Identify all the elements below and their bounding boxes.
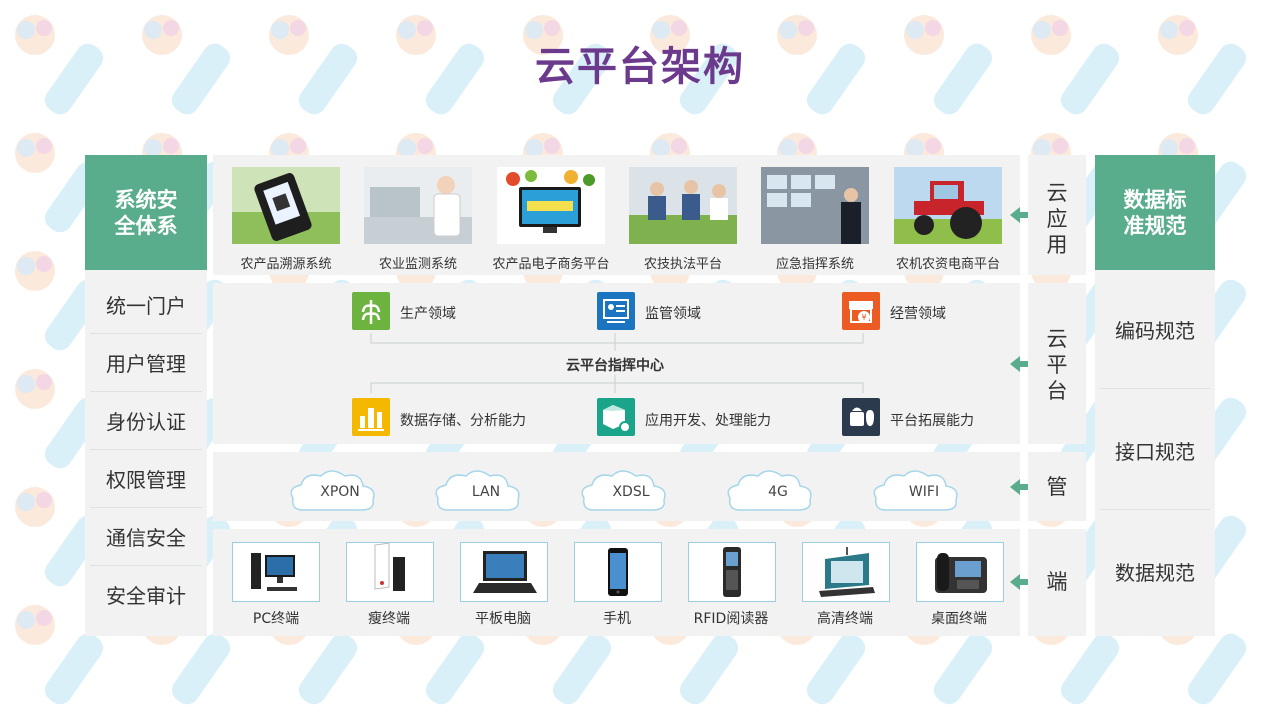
standard-item-data: 数据规范 (1115, 560, 1195, 585)
app-caption: 农技执法平台 (643, 257, 722, 272)
machinery-photo (894, 167, 1002, 244)
enforcement-photo (629, 167, 737, 244)
security-item-audit: 安全审计 (106, 584, 186, 608)
mobile-phone-icon (574, 542, 662, 602)
device-caption: PC终端 (252, 611, 300, 627)
platform-extension-icon (842, 398, 880, 436)
device-caption: 平板电脑 (475, 611, 531, 627)
business-icon: ¥ (842, 292, 880, 330)
hd-terminal-icon (802, 542, 890, 602)
standard-item-interface: 接口规范 (1115, 439, 1195, 464)
app-caption: 农机农资电商平台 (895, 257, 1000, 272)
platform-top-label: 监管领域 (645, 306, 701, 322)
layer-label-cloud-app: 云 应 用 (1046, 181, 1068, 257)
platform-bottom-label: 平台拓展能力 (890, 413, 974, 429)
security-item-portal: 统一门户 (106, 294, 186, 318)
emergency-photo (761, 167, 869, 244)
app-dev-icon (597, 398, 635, 436)
divider (1100, 388, 1210, 389)
arrow-left-icon (1010, 207, 1028, 223)
network-label-xdsl: XDSL (612, 484, 650, 500)
data-storage-icon (352, 398, 390, 436)
security-item-auth: 身份认证 (106, 410, 186, 434)
network-label-wifi: WIFI (908, 484, 940, 500)
device-caption: 高清终端 (817, 611, 873, 627)
traceability-photo (232, 167, 340, 244)
platform-bottom-label: 应用开发、处理能力 (645, 413, 771, 429)
device-caption: 手机 (603, 611, 631, 627)
security-header: 系统安 全体系 (85, 155, 207, 270)
arrow-left-icon (1010, 574, 1028, 590)
device-caption: RFID阅读器 (693, 611, 769, 627)
ecommerce-photo (497, 167, 605, 244)
pc-terminal-icon (232, 542, 320, 602)
thin-client-icon (346, 542, 434, 602)
app-caption: 农产品溯源系统 (240, 257, 332, 272)
platform-top-label: 经营领域 (890, 306, 946, 322)
production-icon (352, 292, 390, 330)
app-caption: 应急指挥系统 (775, 257, 854, 272)
command-center-label: 云平台指挥中心 (566, 358, 664, 374)
app-caption: 农业监测系统 (378, 257, 457, 272)
layer-label-terminal: 端 (1046, 570, 1068, 594)
layer-label-cloud-platform: 云 平 台 (1046, 327, 1068, 403)
security-item-permission: 权限管理 (106, 468, 186, 492)
svg-text:¥: ¥ (861, 313, 866, 322)
network-label-xpon: XPON (320, 484, 360, 500)
standard-item-coding: 编码规范 (1115, 318, 1195, 343)
divider (1100, 509, 1210, 510)
security-item-comm: 通信安全 (106, 526, 186, 550)
supervision-icon (597, 292, 635, 330)
device-caption: 瘦终端 (368, 611, 410, 627)
security-item-user-mgmt: 用户管理 (106, 352, 186, 376)
monitoring-photo (364, 167, 472, 244)
layer-label-pipe: 管 (1046, 475, 1068, 499)
rfid-reader-icon (688, 542, 776, 602)
standards-header: 数据标 准规范 (1095, 155, 1215, 270)
network-label-lan: LAN (471, 484, 501, 500)
network-label-4g: 4G (768, 484, 788, 500)
platform-top-label: 生产领域 (400, 306, 456, 322)
device-caption: 桌面终端 (931, 611, 987, 627)
app-caption: 农产品电子商务平台 (492, 257, 610, 272)
desktop-phone-icon (916, 542, 1004, 602)
tablet-pc-icon (460, 542, 548, 602)
platform-bottom-label: 数据存储、分析能力 (400, 413, 526, 429)
page-title: 云平台架构 (535, 44, 745, 90)
